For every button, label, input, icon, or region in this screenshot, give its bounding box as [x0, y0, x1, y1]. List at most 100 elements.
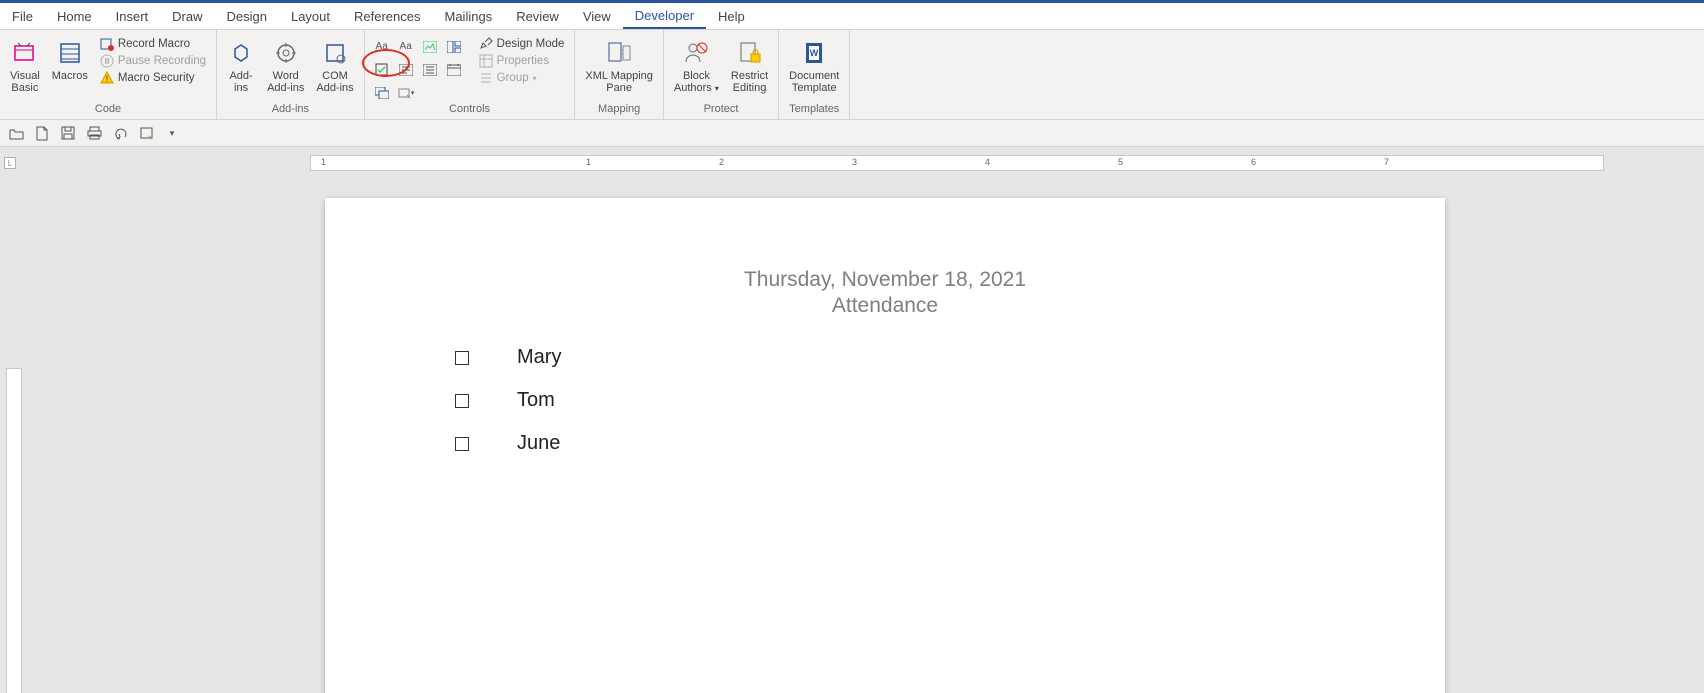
- tab-review[interactable]: Review: [504, 3, 571, 29]
- ruler-tick: 7: [1384, 157, 1389, 167]
- tab-view[interactable]: View: [571, 3, 623, 29]
- macro-security-label: Macro Security: [118, 72, 195, 84]
- page-area: Thursday, November 18, 2021 Attendance M…: [0, 173, 1704, 693]
- group-addins: Add- ins Word Add-ins COM Add-ins Add-in…: [217, 30, 365, 119]
- ruler-tick: 4: [985, 157, 990, 167]
- word-addins-button[interactable]: Word Add-ins: [263, 36, 308, 96]
- group-templates: W Document Template Templates: [779, 30, 850, 119]
- tab-draw[interactable]: Draw: [160, 3, 214, 29]
- com-addins-icon: [321, 38, 349, 68]
- new-doc-icon[interactable]: [34, 125, 50, 141]
- word-addins-label: Word Add-ins: [267, 70, 304, 94]
- attendance-row: June: [455, 432, 1315, 455]
- open-icon[interactable]: [8, 125, 24, 141]
- restrict-editing-icon: [736, 38, 764, 68]
- com-addins-label: COM Add-ins: [316, 70, 353, 94]
- macro-security-button[interactable]: ! Macro Security: [96, 70, 210, 86]
- repeating-section-control-icon[interactable]: [371, 82, 393, 103]
- document-template-label: Document Template: [789, 70, 839, 94]
- restrict-editing-button[interactable]: Restrict Editing: [727, 36, 772, 96]
- plain-text-control-icon[interactable]: Aa: [395, 36, 417, 57]
- pause-recording-icon: [100, 54, 114, 68]
- xml-mapping-button[interactable]: XML Mapping Pane: [581, 36, 656, 96]
- date-picker-control-icon[interactable]: [443, 59, 465, 80]
- rich-text-control-icon[interactable]: Aa: [371, 36, 393, 57]
- doc-date[interactable]: Thursday, November 18, 2021: [455, 268, 1315, 292]
- design-mode-icon: [479, 37, 493, 51]
- properties-icon: [479, 54, 493, 68]
- print-icon[interactable]: [86, 125, 102, 141]
- group-mapping: XML Mapping Pane Mapping: [575, 30, 663, 119]
- attendee-name[interactable]: Tom: [517, 389, 555, 412]
- group-icon: [479, 71, 493, 85]
- macros-button[interactable]: Macros: [48, 36, 92, 84]
- group-mapping-label: Mapping: [581, 103, 656, 117]
- dropdown-list-control-icon[interactable]: [419, 59, 441, 80]
- doc-title[interactable]: Attendance: [455, 294, 1315, 318]
- tab-references[interactable]: References: [342, 3, 432, 29]
- group-addins-label: Add-ins: [223, 103, 358, 117]
- record-macro-button[interactable]: Record Macro: [96, 36, 210, 52]
- svg-text:!: !: [106, 74, 109, 84]
- vertical-ruler[interactable]: [6, 368, 22, 693]
- customize-qat-icon[interactable]: ▾: [164, 125, 180, 141]
- tab-help[interactable]: Help: [706, 3, 757, 29]
- checkbox-control[interactable]: [455, 394, 469, 408]
- document-template-button[interactable]: W Document Template: [785, 36, 843, 96]
- block-authors-button[interactable]: Block Authors ▾: [670, 36, 723, 97]
- block-authors-icon: [682, 38, 710, 68]
- tab-home[interactable]: Home: [45, 3, 104, 29]
- attendee-name[interactable]: June: [517, 432, 560, 455]
- xml-mapping-icon: [605, 38, 633, 68]
- tab-mailings[interactable]: Mailings: [433, 3, 505, 29]
- com-addins-button[interactable]: COM Add-ins: [312, 36, 357, 96]
- svg-text:W: W: [810, 48, 819, 58]
- group-controls: Aa Aa ▾ Design Mode Properties: [365, 30, 576, 119]
- visual-basic-button[interactable]: Visual Basic: [6, 36, 44, 96]
- attendee-name[interactable]: Mary: [517, 346, 561, 369]
- refresh-icon[interactable]: [138, 125, 154, 141]
- tab-design[interactable]: Design: [215, 3, 279, 29]
- save-icon[interactable]: [60, 125, 76, 141]
- tab-developer[interactable]: Developer: [623, 3, 706, 29]
- addins-button[interactable]: Add- ins: [223, 36, 259, 96]
- legacy-tools-icon[interactable]: ▾: [395, 82, 417, 103]
- document-template-icon: W: [800, 38, 828, 68]
- tab-layout[interactable]: Layout: [279, 3, 342, 29]
- tab-file[interactable]: File: [0, 3, 45, 29]
- undo-icon[interactable]: [112, 125, 128, 141]
- group-protect-label: Protect: [670, 103, 772, 117]
- building-block-control-icon[interactable]: [443, 36, 465, 57]
- checkbox-control[interactable]: [455, 351, 469, 365]
- document-page[interactable]: Thursday, November 18, 2021 Attendance M…: [325, 198, 1445, 693]
- group-controls-label: Controls: [371, 103, 569, 117]
- checkbox-control[interactable]: [455, 437, 469, 451]
- combo-box-control-icon[interactable]: [395, 59, 417, 80]
- macros-label: Macros: [52, 70, 88, 82]
- ruler-tick: 6: [1251, 157, 1256, 167]
- picture-control-icon[interactable]: [419, 36, 441, 57]
- record-macro-icon: [100, 37, 114, 51]
- ruler-tick: 2: [719, 157, 724, 167]
- group-code: Visual Basic Macros Record Macro Pause R…: [0, 30, 217, 119]
- horizontal-ruler[interactable]: 1 1 2 3 4 5 6 7: [310, 155, 1604, 171]
- check-box-control-icon[interactable]: [371, 59, 393, 80]
- chevron-down-icon: ▾: [533, 74, 537, 83]
- restrict-editing-label: Restrict Editing: [731, 70, 768, 94]
- visual-basic-icon: [11, 38, 39, 68]
- properties-button: Properties: [475, 53, 569, 69]
- macros-icon: [56, 38, 84, 68]
- tab-insert[interactable]: Insert: [104, 3, 161, 29]
- ribbon-tabs: File Home Insert Draw Design Layout Refe…: [0, 3, 1704, 30]
- ruler-tick: 1: [586, 157, 591, 167]
- design-mode-button[interactable]: Design Mode: [475, 36, 569, 52]
- ribbon: Visual Basic Macros Record Macro Pause R…: [0, 30, 1704, 120]
- ruler-corner: L: [4, 157, 16, 169]
- ruler-tick: 3: [852, 157, 857, 167]
- ruler-tick: 5: [1118, 157, 1123, 167]
- chevron-down-icon: ▾: [715, 84, 719, 93]
- group-protect: Block Authors ▾ Restrict Editing Protect: [664, 30, 779, 119]
- attendance-row: Mary: [455, 346, 1315, 369]
- pause-recording-label: Pause Recording: [118, 55, 206, 67]
- quick-access-toolbar: ▾: [0, 120, 1704, 147]
